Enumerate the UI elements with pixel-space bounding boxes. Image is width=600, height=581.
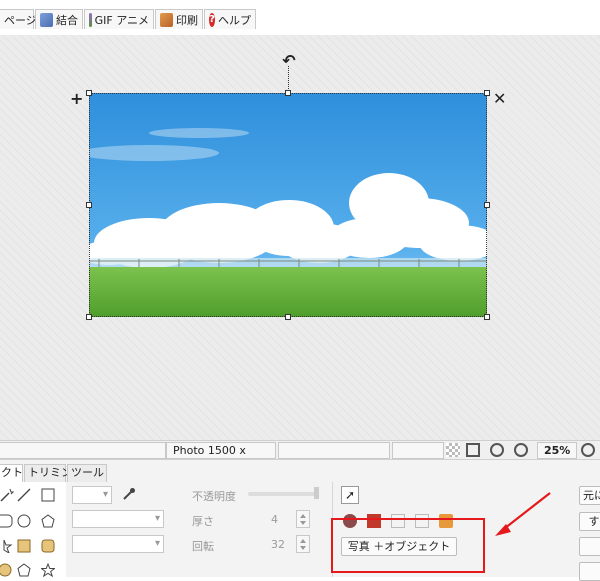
- color-dropdown[interactable]: ▾: [72, 486, 112, 504]
- bring-front-icon[interactable]: [391, 514, 405, 528]
- right-action-button-3[interactable]: [579, 562, 600, 581]
- layer-icon[interactable]: [343, 514, 357, 528]
- right-action-button[interactable]: す: [579, 512, 600, 531]
- zoom-actual-icon[interactable]: [490, 443, 504, 457]
- shape-tools: [0, 482, 67, 577]
- delete-object-icon[interactable]: [367, 514, 381, 528]
- status-cell-empty: [0, 442, 166, 459]
- filled-circle-icon[interactable]: [0, 563, 14, 577]
- toolbar-gif-anime-label: GIF アニメ: [94, 13, 149, 27]
- tab-trimming[interactable]: トリミング: [24, 464, 83, 482]
- right-action-button-2[interactable]: [579, 537, 600, 556]
- resize-handle-tr[interactable]: [484, 90, 490, 96]
- gif-anime-icon: [89, 12, 92, 27]
- toolbar-help-button[interactable]: ? ヘルプ: [204, 9, 256, 29]
- toolbar-print-label: 印刷: [176, 13, 198, 27]
- zoom-in-icon[interactable]: [581, 443, 595, 457]
- tab-object[interactable]: クト: [0, 464, 23, 482]
- photo-info: Photo 1500 x 500: [166, 442, 276, 472]
- tab-tool[interactable]: ツール: [67, 464, 107, 482]
- resize-handle-t[interactable]: [285, 90, 291, 96]
- object-tools-panel: ➚ 写真 ＋オブジェクト 元に す: [332, 482, 600, 581]
- toolbar-page-label: ページ: [4, 13, 37, 27]
- toolbar-help-label: ヘルプ: [218, 13, 251, 27]
- main-toolbar: ページ 結合 GIF アニメ 印刷 ? ヘルプ: [0, 0, 600, 35]
- select-arrow-icon[interactable]: ➚: [341, 486, 359, 504]
- fit-screen-icon[interactable]: [466, 443, 480, 457]
- toolbar-print-button[interactable]: 印刷: [155, 9, 203, 29]
- line-icon[interactable]: [17, 488, 31, 502]
- status-cell-blank: [278, 442, 390, 459]
- star-small-icon[interactable]: [0, 539, 14, 553]
- undo-button[interactable]: 元に: [579, 486, 600, 505]
- send-back-icon[interactable]: [415, 514, 429, 528]
- photo-image: [89, 93, 487, 317]
- zoom-out-icon[interactable]: [514, 443, 528, 457]
- filled-rect-icon[interactable]: [17, 539, 31, 553]
- close-icon[interactable]: ✕: [493, 91, 506, 107]
- magic-wand-icon[interactable]: [0, 488, 14, 502]
- status-bar: Photo 1500 x 500 25%: [0, 440, 600, 472]
- line-style-dropdown[interactable]: ▾: [72, 510, 164, 528]
- combine-icon: [40, 12, 53, 27]
- fill-style-dropdown[interactable]: ▾: [72, 535, 164, 553]
- resize-handle-b[interactable]: [285, 314, 291, 320]
- print-icon: [160, 12, 173, 27]
- resize-handle-bl[interactable]: [86, 314, 92, 320]
- star-icon[interactable]: [41, 563, 55, 577]
- zoom-level[interactable]: 25%: [537, 442, 577, 459]
- eyedropper-icon[interactable]: [122, 487, 136, 501]
- pentagon-icon[interactable]: [41, 514, 55, 528]
- thickness-value[interactable]: 4: [271, 513, 278, 526]
- transparency-icon[interactable]: [446, 443, 460, 457]
- toolbar-combine-label: 結合: [56, 13, 78, 27]
- status-cell-blank-2: [392, 442, 444, 459]
- opacity-slider-thumb[interactable]: [314, 487, 319, 499]
- resize-handle-l[interactable]: [86, 202, 92, 208]
- opacity-label: 不透明度: [192, 490, 236, 503]
- rotation-label: 回転: [192, 540, 214, 553]
- filled-pentagon-icon[interactable]: [17, 563, 31, 577]
- annotation-arrow-icon: [495, 492, 551, 536]
- merge-icon[interactable]: [439, 514, 453, 528]
- photo-object-button[interactable]: 写真 ＋オブジェクト: [341, 537, 457, 556]
- rotate-handle-icon[interactable]: ↶: [280, 53, 298, 69]
- rounded-rect-icon[interactable]: [0, 514, 14, 528]
- opacity-slider[interactable]: [248, 492, 318, 496]
- thickness-label: 厚さ: [192, 515, 214, 528]
- toolbar-page-button[interactable]: ページ: [0, 9, 37, 29]
- rotation-guide: [288, 66, 289, 93]
- toolbar-gif-anime-button[interactable]: GIF アニメ: [84, 9, 154, 29]
- add-icon[interactable]: +: [70, 91, 83, 107]
- help-icon: ?: [209, 12, 215, 27]
- filled-rounded-rect-icon[interactable]: [41, 539, 55, 553]
- resize-handle-tl[interactable]: [86, 90, 92, 96]
- properties-panel: ▾ 不透明度 ▾ 厚さ 4 ▾ 回転 32: [66, 482, 332, 577]
- photo-object[interactable]: [89, 93, 487, 317]
- rectangle-icon[interactable]: [41, 488, 55, 502]
- toolbar-combine-button[interactable]: 結合: [35, 9, 83, 29]
- resize-handle-br[interactable]: [484, 314, 490, 320]
- circle-icon[interactable]: [17, 514, 31, 528]
- resize-handle-r[interactable]: [484, 202, 490, 208]
- rotation-spinner[interactable]: [296, 535, 310, 553]
- thickness-spinner[interactable]: [296, 510, 310, 528]
- rotation-value[interactable]: 32: [271, 538, 285, 551]
